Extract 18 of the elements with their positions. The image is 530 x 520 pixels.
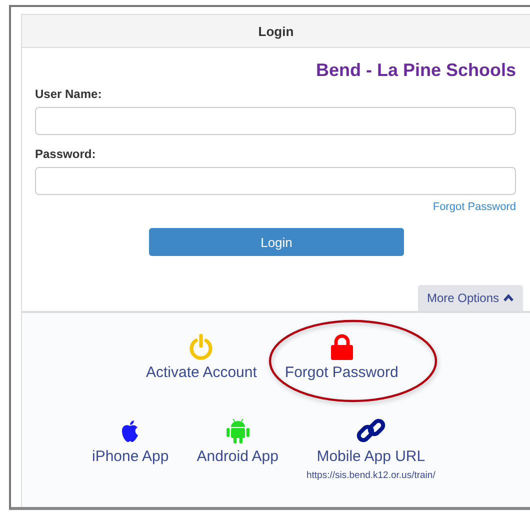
school-name: Bend - La Pine Schools: [316, 60, 516, 81]
field-label: Password:: [35, 147, 97, 161]
android-icon: [226, 417, 250, 445]
android-app-link[interactable]: Android App: [196, 417, 278, 465]
activate-account-link[interactable]: Activate Account: [146, 333, 257, 381]
iphone-app-link[interactable]: iPhone App: [92, 417, 169, 465]
forgot-password-link[interactable]: Forgot Password: [432, 201, 516, 213]
panel-title: Login: [257, 24, 295, 38]
app-url: https://sis.bend.k12.or.us/train/: [306, 470, 436, 481]
link-icon: [356, 417, 386, 445]
more-options-button[interactable]: More Options: [418, 285, 523, 311]
input-field[interactable]: [35, 107, 516, 135]
input-field[interactable]: [35, 167, 516, 195]
login-button[interactable]: Login: [149, 228, 404, 256]
mobile-app-url-link[interactable]: Mobile App URL https://sis.bend.k12.or.us/train/: [306, 417, 436, 481]
field-label: User Name:: [35, 87, 103, 101]
power-icon: [188, 333, 214, 361]
lock-icon: [330, 333, 354, 361]
